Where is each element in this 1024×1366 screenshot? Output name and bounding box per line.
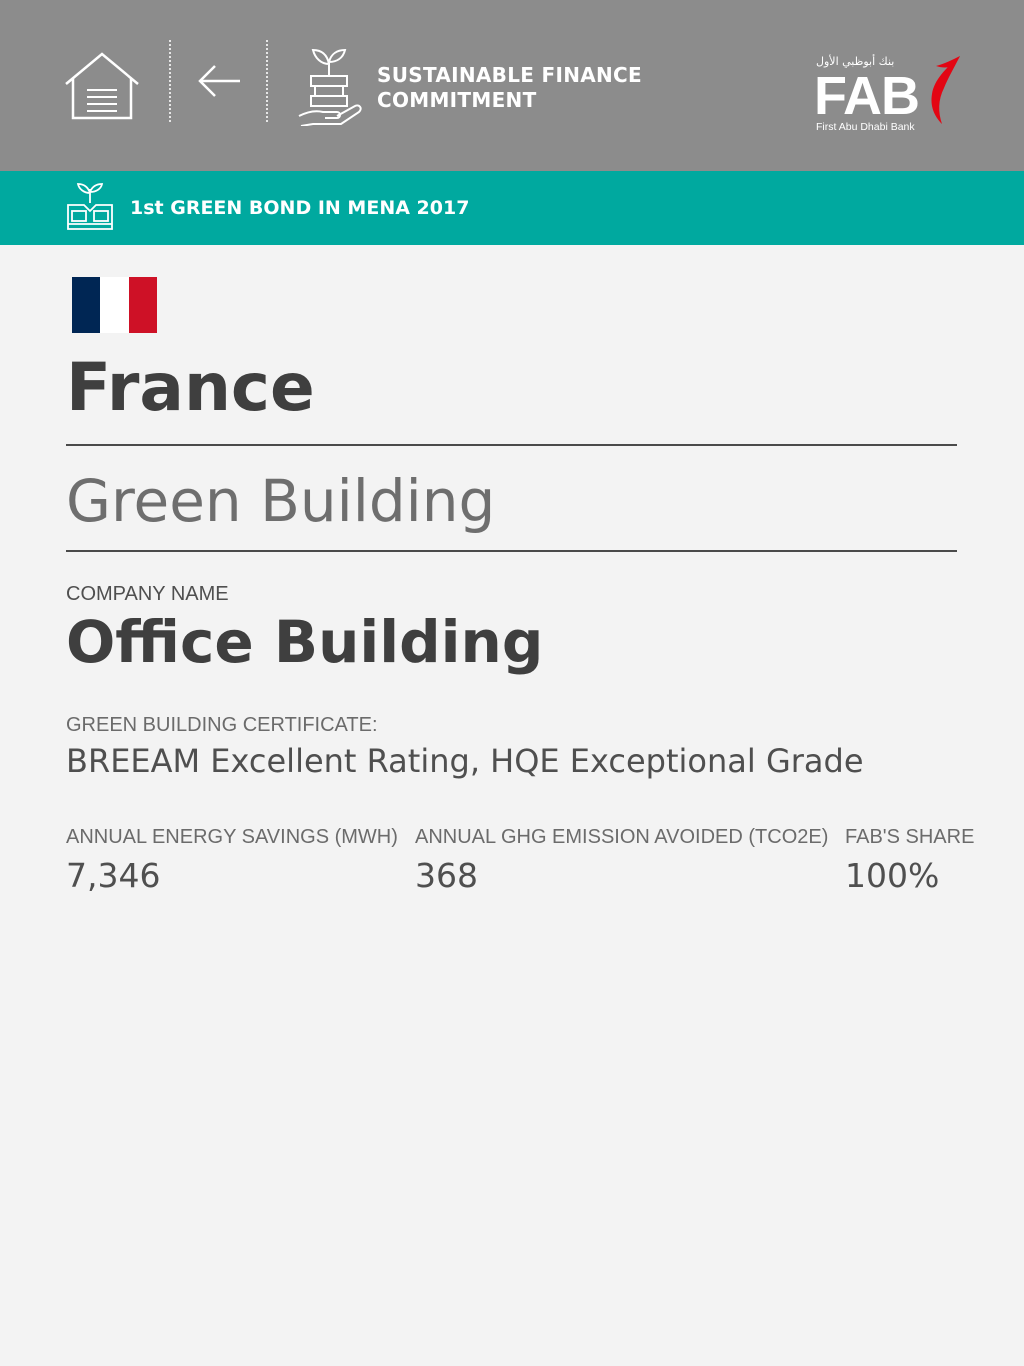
banner-text: 1st GREEN BOND IN MENA 2017 [130, 197, 470, 219]
plant-hand-icon [298, 48, 362, 126]
page-title: SUSTAINABLE FINANCE COMMITMENT [377, 63, 642, 112]
logo-wordmark: FAB [814, 66, 920, 126]
arrow-left-icon [198, 65, 240, 97]
project-category: Green Building [66, 467, 496, 535]
back-button[interactable] [196, 62, 244, 100]
home-icon [65, 52, 139, 120]
fab-share-label: FAB'S SHARE [845, 826, 975, 848]
certificate-label: GREEN BUILDING CERTIFICATE: [66, 714, 378, 736]
app-header: SUSTAINABLE FINANCE COMMITMENT بنك أبوظب… [0, 0, 1024, 171]
company-name: Office Building [66, 608, 544, 676]
france-flag-icon [72, 277, 157, 333]
company-name-label: COMPANY NAME [66, 583, 229, 605]
flag-stripe-white [100, 277, 129, 333]
home-button[interactable] [64, 52, 140, 120]
energy-savings-label: ANNUAL ENERGY SAVINGS (MWH) [66, 826, 398, 848]
divider-line [66, 550, 957, 552]
flag-stripe-blue [72, 277, 101, 333]
header-divider [169, 40, 171, 122]
country-name: France [66, 349, 315, 426]
fab-share-value: 100% [845, 856, 940, 895]
ghg-avoided-label: ANNUAL GHG EMISSION AVOIDED (TCO2E) [415, 826, 829, 848]
ghg-avoided-value: 368 [415, 856, 478, 895]
divider-line [66, 444, 957, 446]
logo-subtitle: First Abu Dhabi Bank [816, 121, 915, 133]
header-divider [266, 40, 268, 122]
energy-savings-value: 7,346 [66, 856, 161, 895]
green-bond-banner: 1st GREEN BOND IN MENA 2017 [0, 171, 1024, 245]
certificate-value: BREEAM Excellent Rating, HQE Exceptional… [66, 742, 864, 780]
flag-stripe-red [128, 277, 157, 333]
green-bond-icon [67, 183, 113, 230]
logo-swoosh-icon [931, 56, 960, 124]
